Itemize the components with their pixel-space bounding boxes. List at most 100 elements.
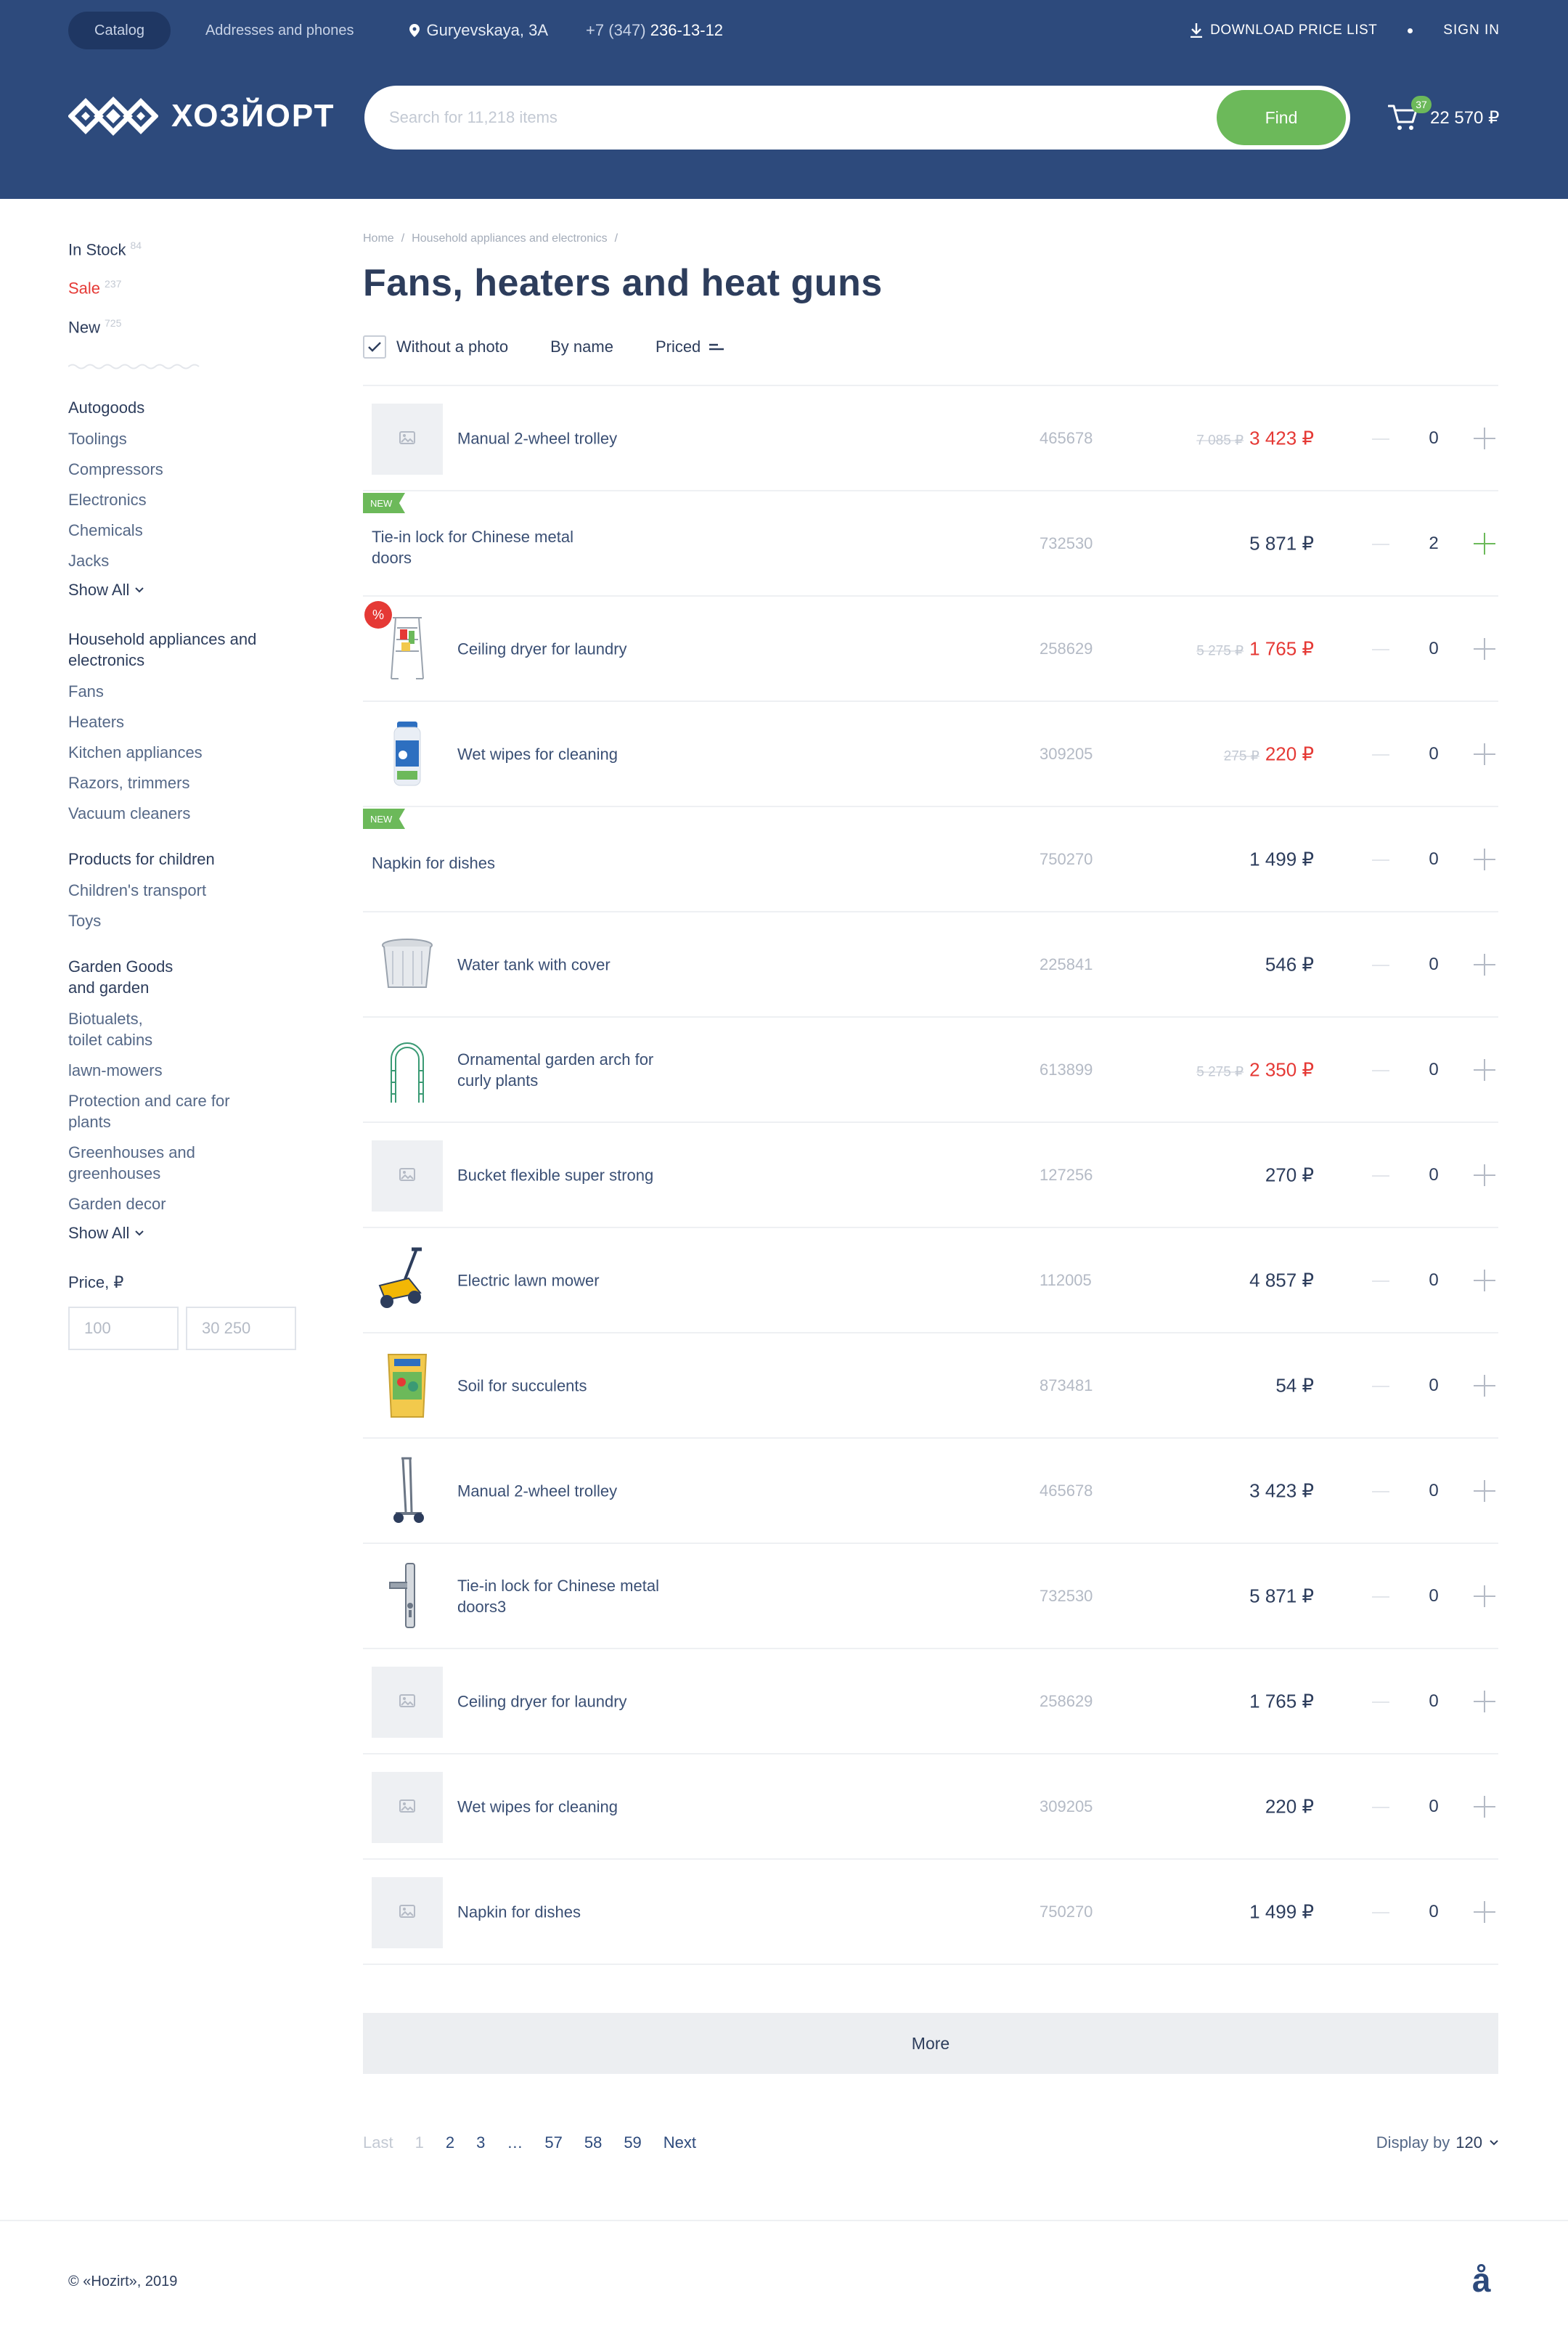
sort-by-name[interactable]: By name (550, 338, 613, 356)
product-thumbnail[interactable] (372, 1877, 443, 1948)
category-link[interactable]: Kitchen appliances (68, 742, 308, 763)
cart[interactable]: 37 22 570 ₽ (1387, 96, 1499, 132)
increase-quantity-button[interactable] (1474, 637, 1495, 660)
product-name[interactable]: Bucket flexible super strong (457, 1164, 675, 1185)
product-thumbnail[interactable] (372, 1140, 443, 1212)
category-link[interactable]: Garden decor (68, 1193, 308, 1214)
product-name[interactable]: Napkin for dishes (372, 853, 589, 874)
product-name[interactable]: Ornamental garden arch for curly plants (457, 1049, 675, 1091)
quantity-value[interactable]: 0 (1423, 1376, 1445, 1396)
category-heading[interactable]: Household appliances and electronics (68, 629, 257, 671)
more-button[interactable]: More (363, 2013, 1498, 2074)
product-row[interactable]: Wet wipes for cleaning 309205 220 ₽ 0 (363, 1754, 1498, 1860)
category-link[interactable]: lawn-mowers (68, 1060, 308, 1081)
product-name[interactable]: Tie-in lock for Chinese metal doors3 (457, 1575, 675, 1617)
increase-quantity-button[interactable] (1474, 1058, 1495, 1081)
pager-page[interactable]: 1 (415, 2133, 424, 2152)
quantity-value[interactable]: 0 (1423, 1691, 1445, 1712)
increase-quantity-button[interactable] (1474, 953, 1495, 976)
product-thumbnail[interactable] (372, 930, 443, 1001)
without-photo-label[interactable]: Without a photo (396, 338, 508, 356)
breadcrumb-home[interactable]: Home (363, 232, 394, 245)
decrease-quantity-button[interactable] (1372, 859, 1389, 861)
quantity-value[interactable]: 0 (1423, 1902, 1445, 1922)
product-row[interactable]: Electric lawn mower 112005 4 857 ₽ 0 (363, 1228, 1498, 1333)
decrease-quantity-button[interactable] (1372, 964, 1389, 966)
product-row[interactable]: % Ceiling dryer for laundry 258629 5 275 ₽ 1… (363, 597, 1498, 702)
pager-page[interactable]: 3 (476, 2133, 485, 2152)
quantity-value[interactable]: 0 (1423, 1165, 1445, 1185)
price-max-input[interactable] (186, 1306, 296, 1350)
search-input[interactable] (364, 86, 1217, 150)
category-link[interactable]: Children's transport (68, 880, 308, 901)
category-link[interactable]: Jacks (68, 550, 308, 571)
product-name[interactable]: Ceiling dryer for laundry (457, 1691, 675, 1712)
category-link[interactable]: Toolings (68, 428, 308, 449)
price-min-input[interactable] (68, 1306, 179, 1350)
quantity-value[interactable]: 0 (1423, 744, 1445, 764)
quantity-value[interactable]: 0 (1423, 1270, 1445, 1291)
increase-quantity-button[interactable] (1474, 848, 1495, 870)
product-thumbnail[interactable] (372, 1246, 443, 1317)
find-button[interactable]: Find (1217, 90, 1346, 145)
product-thumbnail[interactable] (372, 1035, 443, 1106)
increase-quantity-button[interactable] (1474, 1900, 1495, 1923)
without-photo-checkbox[interactable] (363, 335, 386, 359)
decrease-quantity-button[interactable] (1372, 438, 1389, 440)
category-link[interactable]: Heaters (68, 711, 308, 732)
product-name[interactable]: Wet wipes for cleaning (457, 1796, 675, 1817)
category-link[interactable]: Toys (68, 910, 308, 931)
category-link[interactable]: Greenhouses and greenhouses (68, 1142, 213, 1184)
download-price-list-link[interactable]: DOWNLOAD PRICE LIST (1190, 23, 1377, 38)
site-logo[interactable]: ХОЗЙОРТ (68, 90, 335, 142)
quantity-value[interactable]: 0 (1423, 955, 1445, 975)
increase-quantity-button[interactable] (1474, 1164, 1495, 1186)
addresses-link[interactable]: Addresses and phones (205, 23, 354, 39)
category-link[interactable]: Chemicals (68, 520, 308, 541)
sort-by-price[interactable]: Priced (656, 338, 724, 356)
decrease-quantity-button[interactable] (1372, 648, 1389, 650)
product-name[interactable]: Tie-in lock for Chinese metal doors (372, 526, 589, 568)
product-row[interactable]: NEW Tie-in lock for Chinese metal doors 73… (363, 491, 1498, 597)
increase-quantity-button[interactable] (1474, 1479, 1495, 1502)
pager-last[interactable]: Last (363, 2133, 393, 2152)
show-all-button[interactable]: Show All (68, 581, 308, 600)
quantity-value[interactable]: 0 (1423, 1797, 1445, 1817)
catalog-button[interactable]: Catalog (68, 12, 171, 49)
category-link[interactable]: Razors, trimmers (68, 772, 308, 793)
product-name[interactable]: Electric lawn mower (457, 1270, 675, 1291)
category-link[interactable]: Compressors (68, 459, 308, 480)
product-row[interactable]: Ceiling dryer for laundry 258629 1 765 ₽ 0 (363, 1649, 1498, 1754)
product-name[interactable]: Wet wipes for cleaning (457, 743, 675, 764)
product-name[interactable]: Soil for succulents (457, 1375, 675, 1396)
decrease-quantity-button[interactable] (1372, 1806, 1389, 1808)
quantity-value[interactable]: 0 (1423, 1586, 1445, 1606)
product-row[interactable]: Napkin for dishes 750270 1 499 ₽ 0 (363, 1860, 1498, 1965)
phone-number[interactable]: +7 (347) 236-13-12 (586, 21, 723, 40)
product-name[interactable]: Manual 2-wheel trolley (457, 428, 675, 449)
product-thumbnail[interactable] (372, 1667, 443, 1738)
product-name[interactable]: Water tank with cover (457, 954, 675, 975)
category-link[interactable]: Protection and care for plants (68, 1090, 235, 1132)
increase-quantity-button[interactable] (1474, 427, 1495, 449)
filter-new[interactable]: New 725 (68, 317, 308, 337)
pager-page[interactable]: 2 (446, 2133, 454, 2152)
product-row[interactable]: NEW Napkin for dishes 750270 1 499 ₽ 0 (363, 807, 1498, 912)
pager-page[interactable]: 58 (584, 2133, 602, 2152)
product-row[interactable]: Manual 2-wheel trolley 465678 3 423 ₽ 0 (363, 1439, 1498, 1544)
decrease-quantity-button[interactable] (1372, 1701, 1389, 1703)
product-thumbnail[interactable] (372, 1456, 443, 1527)
quantity-value[interactable]: 0 (1423, 1481, 1445, 1501)
category-link[interactable]: Fans (68, 681, 308, 702)
increase-quantity-button[interactable] (1474, 1690, 1495, 1712)
product-row[interactable]: Ornamental garden arch for curly plants 6… (363, 1018, 1498, 1123)
decrease-quantity-button[interactable] (1372, 1490, 1389, 1492)
pager-page[interactable]: 57 (544, 2133, 562, 2152)
breadcrumb-category[interactable]: Household appliances and electronics (412, 232, 608, 245)
increase-quantity-button[interactable] (1474, 1374, 1495, 1397)
sign-in-link[interactable]: SIGN IN (1443, 23, 1500, 38)
product-thumbnail[interactable] (372, 719, 443, 790)
display-count-select[interactable]: Display by 120 (1376, 2133, 1498, 2152)
decrease-quantity-button[interactable] (1372, 753, 1389, 756)
product-thumbnail[interactable] (372, 1561, 443, 1633)
